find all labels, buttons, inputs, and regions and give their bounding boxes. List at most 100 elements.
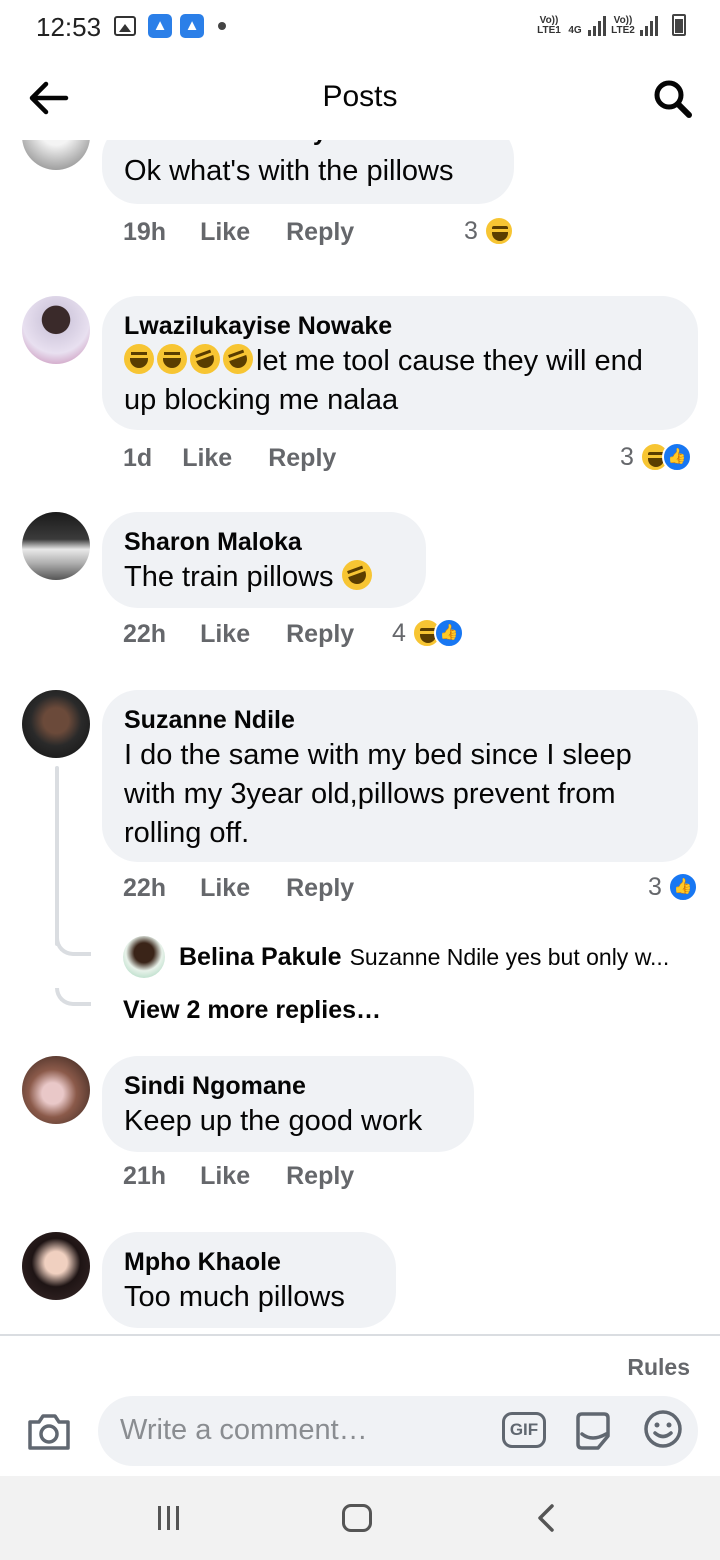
comment-time: 22h xyxy=(123,874,167,902)
comment-input-container[interactable]: GIF xyxy=(98,1396,698,1466)
comment-text: The train pillows xyxy=(124,555,404,597)
reaction-summary[interactable]: 3 xyxy=(620,442,692,472)
reaction-summary[interactable]: 3 xyxy=(648,872,698,902)
rules-link[interactable]: Rules xyxy=(627,1354,690,1381)
search-button[interactable] xyxy=(652,78,694,120)
sim1-indicator: Vo)) LTE1 xyxy=(537,15,561,36)
comment-author[interactable]: Sindi Ngomane xyxy=(124,1070,452,1102)
like-button[interactable]: Like xyxy=(200,620,250,649)
signal-strength-icon xyxy=(588,16,606,36)
reaction-count: 3 xyxy=(620,442,634,471)
comment-bubble[interactable]: Lwazilukayise Nowake let me tool cause t… xyxy=(102,296,698,430)
like-button[interactable]: Like xyxy=(200,874,250,903)
reply-button[interactable]: Reply xyxy=(286,218,354,247)
comment-text: Too much pillows xyxy=(124,1281,345,1313)
reply-button[interactable]: Reply xyxy=(286,874,354,903)
reaction-count: 3 xyxy=(464,216,478,245)
comment-text: let me tool cause they will end up block… xyxy=(124,339,676,420)
avatar[interactable] xyxy=(22,1232,90,1300)
thread-line xyxy=(55,766,59,946)
like-button[interactable]: Like xyxy=(182,444,232,473)
avatar[interactable] xyxy=(123,936,165,978)
comment-text: Ok what's with the pillows xyxy=(124,155,454,187)
status-time: 12:53 xyxy=(36,12,102,42)
comment-time: 22h xyxy=(123,620,167,648)
recent-apps-icon[interactable] xyxy=(158,1506,179,1530)
comment-time: 19h xyxy=(123,218,167,246)
avatar[interactable] xyxy=(22,690,90,758)
status-bar: 12:53 ▲ ▲ Vo)) LTE1 4G Vo)) LTE2 xyxy=(0,0,720,56)
rofl-emoji-icon xyxy=(218,339,258,379)
laughing-emoji-icon xyxy=(124,344,154,374)
top-app-bar: Posts xyxy=(0,56,720,140)
search-icon xyxy=(654,80,692,118)
emoji-button[interactable] xyxy=(642,1408,684,1450)
comment-input[interactable] xyxy=(120,1410,490,1450)
haha-reaction-icon xyxy=(483,216,514,246)
system-nav-bar xyxy=(0,1476,720,1560)
comment-author[interactable]: Nondumiso Folly Khela xyxy=(124,140,492,148)
sticker-button[interactable] xyxy=(572,1410,614,1452)
thread-branch xyxy=(55,938,91,956)
gif-button[interactable]: GIF xyxy=(502,1412,546,1448)
camera-button[interactable] xyxy=(26,1412,72,1452)
reaction-summary[interactable]: 4 xyxy=(392,618,464,648)
chevron-left-icon[interactable] xyxy=(534,1502,558,1534)
comments-list[interactable]: Nondumiso Folly Khela Ok what's with the… xyxy=(0,140,720,1334)
comment-bubble[interactable]: Nondumiso Folly Khela Ok what's with the… xyxy=(102,140,514,204)
comment-bubble[interactable]: Mpho Khaole Too much pillows xyxy=(102,1232,396,1328)
comment-bubble[interactable]: Sindi Ngomane Keep up the good work xyxy=(102,1056,474,1152)
sticker-icon xyxy=(576,1412,610,1450)
notification-icons: ▲ ▲ xyxy=(114,14,226,38)
comment-author[interactable]: Suzanne Ndile xyxy=(124,704,676,736)
comment-bubble[interactable]: Sharon Maloka The train pillows xyxy=(102,512,426,608)
gallery-icon xyxy=(114,16,136,36)
reply-text: Suzanne Ndile yes but only w... xyxy=(349,943,670,970)
reply-button[interactable]: Reply xyxy=(268,444,336,473)
rofl-emoji-icon xyxy=(337,555,376,595)
sim2-indicator: Vo)) LTE2 xyxy=(611,15,635,36)
rocket-app-icon: ▲ xyxy=(180,14,204,38)
comment-bubble[interactable]: Suzanne Ndile I do the same with my bed … xyxy=(102,690,698,862)
comment-time: 21h xyxy=(123,1162,167,1190)
comment-author[interactable]: Sharon Maloka xyxy=(124,526,404,558)
avatar[interactable] xyxy=(22,1056,90,1124)
like-reaction-icon xyxy=(667,872,698,902)
reaction-summary[interactable]: 3 xyxy=(464,216,514,246)
laughing-emoji-icon xyxy=(157,344,187,374)
comment-text-body: The train pillows xyxy=(124,561,334,593)
comment-time: 1d xyxy=(123,444,153,472)
reply-preview[interactable]: Belina Pakule Suzanne Ndile yes but only… xyxy=(123,936,669,978)
avatar[interactable] xyxy=(22,296,90,364)
4g-indicator: 4G xyxy=(568,25,582,36)
like-reaction-icon xyxy=(433,618,464,648)
reply-author[interactable]: Belina Pakule xyxy=(179,943,342,972)
system-indicators: Vo)) LTE1 4G Vo)) LTE2 xyxy=(536,14,686,36)
like-button[interactable]: Like xyxy=(200,218,250,247)
comment-author[interactable]: Lwazilukayise Nowake xyxy=(124,310,676,342)
like-button[interactable]: Like xyxy=(200,1162,250,1191)
home-icon[interactable] xyxy=(342,1504,372,1532)
battery-icon xyxy=(672,14,686,36)
reply-button[interactable]: Reply xyxy=(286,1162,354,1191)
comment-author[interactable]: Mpho Khaole xyxy=(124,1246,374,1278)
rofl-emoji-icon xyxy=(185,339,225,379)
comment-actions: 21h Like Reply xyxy=(123,1162,354,1191)
reply-button[interactable]: Reply xyxy=(286,620,354,649)
comment-actions: 22h Like Reply xyxy=(123,620,354,649)
comment-actions: 1d Like Reply xyxy=(123,444,336,473)
comment-text: I do the same with my bed since I sleep … xyxy=(124,739,632,849)
like-reaction-icon xyxy=(661,442,692,472)
comment-actions: 19h Like Reply xyxy=(123,218,354,247)
comment-composer: Rules GIF xyxy=(0,1334,720,1476)
page-title: Posts xyxy=(322,80,398,113)
avatar[interactable] xyxy=(22,140,90,170)
avatar[interactable] xyxy=(22,512,90,580)
reaction-count: 3 xyxy=(648,872,662,901)
signal-strength-icon xyxy=(640,16,658,36)
smiley-icon xyxy=(644,1410,682,1448)
comment-text: Keep up the good work xyxy=(124,1105,423,1137)
thread-branch xyxy=(55,988,91,1006)
rocket-app-icon: ▲ xyxy=(148,14,172,38)
view-more-replies-link[interactable]: View 2 more replies… xyxy=(123,996,381,1025)
